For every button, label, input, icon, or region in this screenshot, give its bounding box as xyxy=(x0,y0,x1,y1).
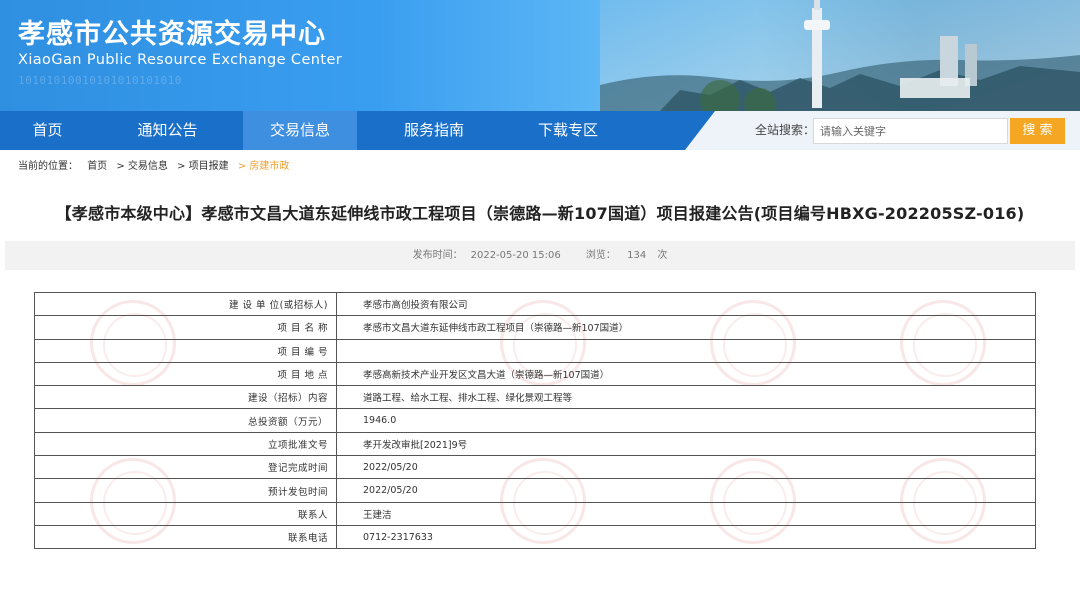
site-title-cn: 孝感市公共资源交易中心 xyxy=(18,19,326,50)
search-label: 全站搜索： xyxy=(755,123,816,137)
table-row: 总投资额（万元） 1946.0 xyxy=(34,408,1036,433)
search-button[interactable]: 搜 索 xyxy=(1010,118,1065,144)
breadcrumb-prefix: 当前的位置： xyxy=(18,161,78,172)
views-unit: 次 xyxy=(657,250,668,261)
publish-time: 2022-05-20 15:06 xyxy=(470,250,561,261)
article-meta: 发布时间： 2022-05-20 15:06 浏览： 134 次 xyxy=(5,241,1075,270)
breadcrumb-project-registration[interactable]: > 项目报建 xyxy=(177,161,229,172)
breadcrumb-trade-info[interactable]: > 交易信息 xyxy=(116,161,168,172)
table-row: 登记完成时间 2022/05/20 xyxy=(34,455,1036,480)
field-label: 立项批准文号 xyxy=(34,431,337,457)
nav-home[interactable]: 首页 xyxy=(0,111,95,150)
header-banner: 10101010010101010101010 孝感市公共资源交易中心 Xiao… xyxy=(0,0,1080,111)
field-label: 预计发包时间 xyxy=(34,478,337,503)
nav-downloads[interactable]: 下载专区 xyxy=(508,111,628,150)
field-label: 建 设 单 位(或招标人) xyxy=(34,291,337,317)
field-value: 2022/05/20 xyxy=(336,455,1036,480)
field-label: 总投资额（万元） xyxy=(34,408,337,433)
table-row: 项 目 地 点孝感高新技术产业开发区文昌大道（崇德路—新107国道） xyxy=(34,361,1036,387)
nav-notices[interactable]: 通知公告 xyxy=(95,111,240,150)
field-value: 孝感高新技术产业开发区文昌大道（崇德路—新107国道） xyxy=(336,361,1036,387)
project-info-table: 建 设 单 位(或招标人) 孝感市高创投资有限公司项 目 名 称孝感市文昌大道东延… xyxy=(34,291,1036,550)
breadcrumb-home[interactable]: 首页 xyxy=(87,161,107,172)
site-title-en: XiaoGan Public Resource Exchange Center xyxy=(18,52,343,68)
field-label: 联系电话 xyxy=(34,524,337,550)
search-input[interactable] xyxy=(813,118,1008,144)
views-count: 134 xyxy=(627,250,647,261)
breadcrumb: 当前的位置： 首页 > 交易信息 > 项目报建 > 房建市政 xyxy=(18,157,295,172)
field-label: 联系人 xyxy=(34,501,337,526)
table-row: 建设（招标）内容 道路工程、给水工程、排水工程、绿化景观工程等 xyxy=(34,385,1036,410)
field-value: 孝感市文昌大道东延伸线市政工程项目（崇德路—新107国道） xyxy=(336,315,1036,340)
city-skyline-image xyxy=(600,0,1080,111)
field-value: 道路工程、给水工程、排水工程、绿化景观工程等 xyxy=(336,385,1036,410)
table-row: 预计发包时间 2022/05/20 xyxy=(34,478,1036,503)
nav-service-guide[interactable]: 服务指南 xyxy=(360,111,508,150)
views-label: 浏览： xyxy=(585,250,616,261)
field-label: 项 目 名 称 xyxy=(34,315,337,340)
table-row: 建 设 单 位(或招标人) 孝感市高创投资有限公司 xyxy=(34,291,1036,317)
field-value: 王建洁 xyxy=(336,501,1036,526)
table-row: 联系电话 0712-2317633 xyxy=(34,524,1036,550)
field-value: 1946.0 xyxy=(336,408,1036,433)
publish-label: 发布时间： xyxy=(412,250,463,261)
field-label: 项 目 编 号 xyxy=(34,338,337,363)
field-value: 2022/05/20 xyxy=(336,478,1036,503)
field-label: 登记完成时间 xyxy=(34,455,337,480)
table-row: 项 目 编 号 xyxy=(34,338,1036,363)
breadcrumb-current[interactable]: > 房建市政 xyxy=(238,161,290,172)
page-title: 【孝感市本级中心】孝感市文昌大道东延伸线市政工程项目（崇德路—新107国道）项目… xyxy=(55,204,1025,223)
field-value: 0712-2317633 xyxy=(336,524,1036,550)
binary-decoration: 10101010010101010101010 xyxy=(18,74,182,87)
nav-trade-info[interactable]: 交易信息 xyxy=(243,111,357,150)
field-label: 建设（招标）内容 xyxy=(34,385,337,410)
field-value: 孝开发改审批[2021]9号 xyxy=(336,431,1036,457)
table-row: 立项批准文号 孝开发改审批[2021]9号 xyxy=(34,431,1036,457)
field-label: 项 目 地 点 xyxy=(34,361,337,387)
table-row: 项 目 名 称孝感市文昌大道东延伸线市政工程项目（崇德路—新107国道） xyxy=(34,315,1036,340)
field-value xyxy=(336,338,1036,363)
field-value: 孝感市高创投资有限公司 xyxy=(336,291,1036,317)
table-row: 联系人 王建洁 xyxy=(34,501,1036,526)
